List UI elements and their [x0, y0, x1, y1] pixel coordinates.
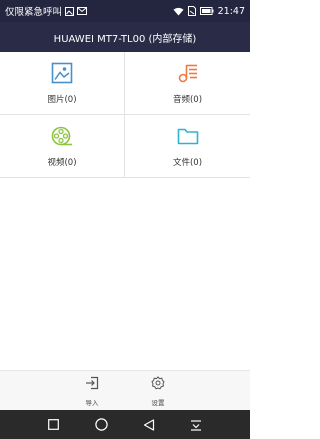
picture-icon [51, 62, 73, 88]
category-video[interactable]: 视频(0) [0, 115, 125, 178]
home-icon[interactable] [89, 413, 113, 437]
page-title: HUAWEI MT7-TL00 (内部存储) [53, 33, 197, 45]
folder-icon [177, 125, 199, 151]
category-label: 视频(0) [47, 158, 77, 168]
category-label: 音频(0) [172, 94, 203, 105]
sim-icon [187, 6, 196, 16]
app-bar: HUAWEI MT7-TL00 (内部存储) [0, 22, 250, 52]
music-icon [177, 62, 199, 88]
back-icon[interactable] [137, 413, 161, 437]
carrier-text: 仅限紧急呼叫 [5, 7, 63, 18]
image-notification-icon [65, 6, 75, 16]
clock: 21:47 [217, 5, 245, 17]
category-label: 图片(0) [47, 94, 77, 105]
recent-apps-icon[interactable] [42, 413, 66, 437]
import-icon [85, 375, 99, 394]
notification-shade-icon[interactable] [184, 413, 208, 437]
import-label: 导入 [85, 398, 99, 407]
system-nav-bar [0, 410, 250, 439]
category-pictures[interactable]: 图片(0) [0, 52, 125, 115]
settings-label: 设置 [151, 398, 165, 407]
import-button[interactable]: 导入 [85, 375, 99, 407]
category-files[interactable]: 文件(0) [125, 115, 250, 178]
email-notification-icon [77, 7, 88, 15]
category-label: 文件(0) [172, 158, 203, 168]
bottom-toolbar: 导入 设置 [0, 370, 250, 410]
category-audio[interactable]: 音频(0) [125, 52, 250, 115]
wifi-icon [173, 7, 184, 16]
battery-icon [199, 7, 214, 15]
video-icon [51, 125, 73, 151]
status-bar: 仅限紧急呼叫 21:47 [0, 0, 250, 22]
settings-button[interactable]: 设置 [151, 375, 165, 407]
category-grid: 图片(0) 音频(0) 视频(0) 文件(0) [0, 52, 250, 178]
gear-icon [151, 375, 165, 394]
